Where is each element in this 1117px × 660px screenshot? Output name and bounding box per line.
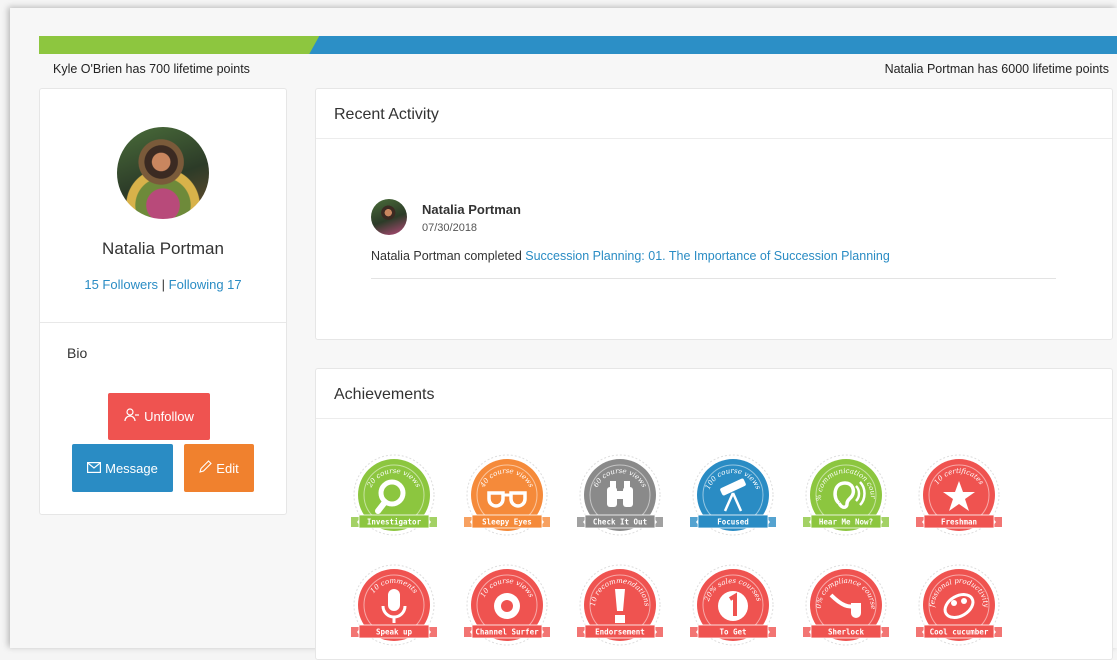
badge-graphic: 20% compliance coursesSherlock	[801, 563, 889, 646]
follow-counts: 15 Followers | Following 17	[40, 277, 286, 292]
badge-graphic: 10 certificatesFreshman	[916, 454, 1002, 536]
profile-divider	[40, 322, 286, 323]
edit-button[interactable]: Edit	[184, 444, 254, 492]
badge-label: Speak up	[376, 628, 413, 637]
achievement-badge-sleepy-eyes[interactable]: 40 course views Sleepy Eyes	[462, 453, 552, 543]
activity-divider	[371, 278, 1056, 279]
edit-label: Edit	[216, 460, 239, 476]
badge-graphic: 10 course viewsChannel Surfer	[464, 564, 550, 646]
badge-label: Endorsement	[595, 628, 645, 637]
achievement-badge-to-get[interactable]: 20% sales courses To Get	[688, 563, 778, 653]
card-separator	[316, 418, 1112, 419]
badge-graphic: 60 course viewsCheck It Out	[577, 454, 663, 536]
envelope-icon	[87, 461, 102, 476]
unfollow-button[interactable]: Unfollow	[108, 393, 210, 440]
card-separator	[316, 138, 1112, 139]
badge-label: Investigator	[367, 518, 422, 527]
achievement-badge-hear-me-now[interactable]: 10% communication coursesHear Me Now?	[801, 453, 891, 543]
activity-user-name: Natalia Portman	[422, 202, 521, 217]
achievements-card: Achievements 20 course views Investigator…	[315, 368, 1113, 660]
points-progress-fill	[39, 36, 319, 54]
achievement-badge-freshman[interactable]: 10 certificates Freshman	[914, 453, 1004, 543]
badge-graphic: 100 course viewsFocused	[690, 454, 776, 536]
activity-avatar	[371, 199, 407, 235]
badge-graphic: 20 course viewsInvestigator	[351, 454, 437, 536]
achievement-badge-focused[interactable]: 100 course views Focused	[688, 453, 778, 543]
recent-activity-card: Recent Activity Natalia Portman 07/30/20…	[315, 88, 1113, 340]
follow-separator: |	[158, 277, 169, 292]
badge-graphic: 10 recommendationsEndorsement	[577, 564, 663, 646]
badge-label: Cool cucumber	[930, 628, 989, 637]
achievement-badge-sherlock[interactable]: 20% compliance coursesSherlock	[801, 563, 891, 653]
badge-label: Channel Surfer	[475, 628, 539, 637]
unfollow-label: Unfollow	[144, 409, 194, 424]
badge-label: Sherlock	[828, 628, 865, 637]
points-progress-bar	[39, 36, 1117, 54]
pencil-icon	[199, 460, 213, 476]
profile-card: Natalia Portman 15 Followers | Following…	[39, 88, 287, 515]
badge-label: Check It Out	[593, 518, 647, 527]
eye-icon	[494, 593, 520, 619]
badge-label: Freshman	[941, 518, 977, 527]
badge-graphic: 20% sales coursesTo Get	[690, 564, 776, 646]
number-one-icon	[718, 591, 748, 621]
achievements-title: Achievements	[334, 386, 435, 403]
achievement-badge-check-it-out[interactable]: 60 course views Check It Out	[575, 453, 665, 543]
badge-graphic: 10 commentsSpeak up	[351, 564, 437, 646]
page-container: Kyle O'Brien has 700 lifetime points Nat…	[10, 8, 1117, 660]
badge-graphic: 10% communication coursesHear Me Now?	[801, 453, 889, 536]
following-link[interactable]: Following 17	[169, 277, 242, 292]
left-points-text: Kyle O'Brien has 700 lifetime points	[53, 62, 250, 76]
right-points-text: Natalia Portman has 6000 lifetime points	[884, 62, 1109, 76]
badge-graphic: 10% professional productivity coursesCoo…	[914, 563, 1002, 646]
badge-graphic: 40 course viewsSleepy Eyes	[464, 454, 550, 536]
profile-avatar	[117, 127, 209, 219]
achievement-badge-channel-surfer[interactable]: 10 course views Channel Surfer	[462, 563, 552, 653]
badge-label: Hear Me Now?	[819, 518, 873, 527]
achievement-badge-endorsement[interactable]: 10 recommendations Endorsement	[575, 563, 665, 653]
message-label: Message	[105, 460, 158, 476]
badge-label: Sleepy Eyes	[482, 518, 532, 527]
message-button[interactable]: Message	[72, 444, 173, 492]
achievement-badge-investigator[interactable]: 20 course views Investigator	[349, 453, 439, 543]
achievement-badge-speak-up[interactable]: 10 comments Speak up	[349, 563, 439, 653]
activity-course-link[interactable]: Succession Planning: 01. The Importance …	[525, 249, 890, 263]
activity-text-prefix: Natalia Portman completed	[371, 249, 526, 263]
badge-label: To Get	[719, 628, 746, 637]
activity-text: Natalia Portman completed Succession Pla…	[371, 249, 890, 263]
followers-link[interactable]: 15 Followers	[84, 277, 158, 292]
recent-activity-title: Recent Activity	[334, 106, 439, 123]
activity-date: 07/30/2018	[422, 222, 478, 234]
profile-name: Natalia Portman	[102, 239, 224, 258]
bio-label: Bio	[67, 345, 88, 361]
badge-label: Focused	[717, 518, 749, 527]
user-minus-icon	[124, 408, 140, 425]
achievement-badge-cool-cucumber[interactable]: 10% professional productivity coursesCoo…	[914, 563, 1004, 653]
